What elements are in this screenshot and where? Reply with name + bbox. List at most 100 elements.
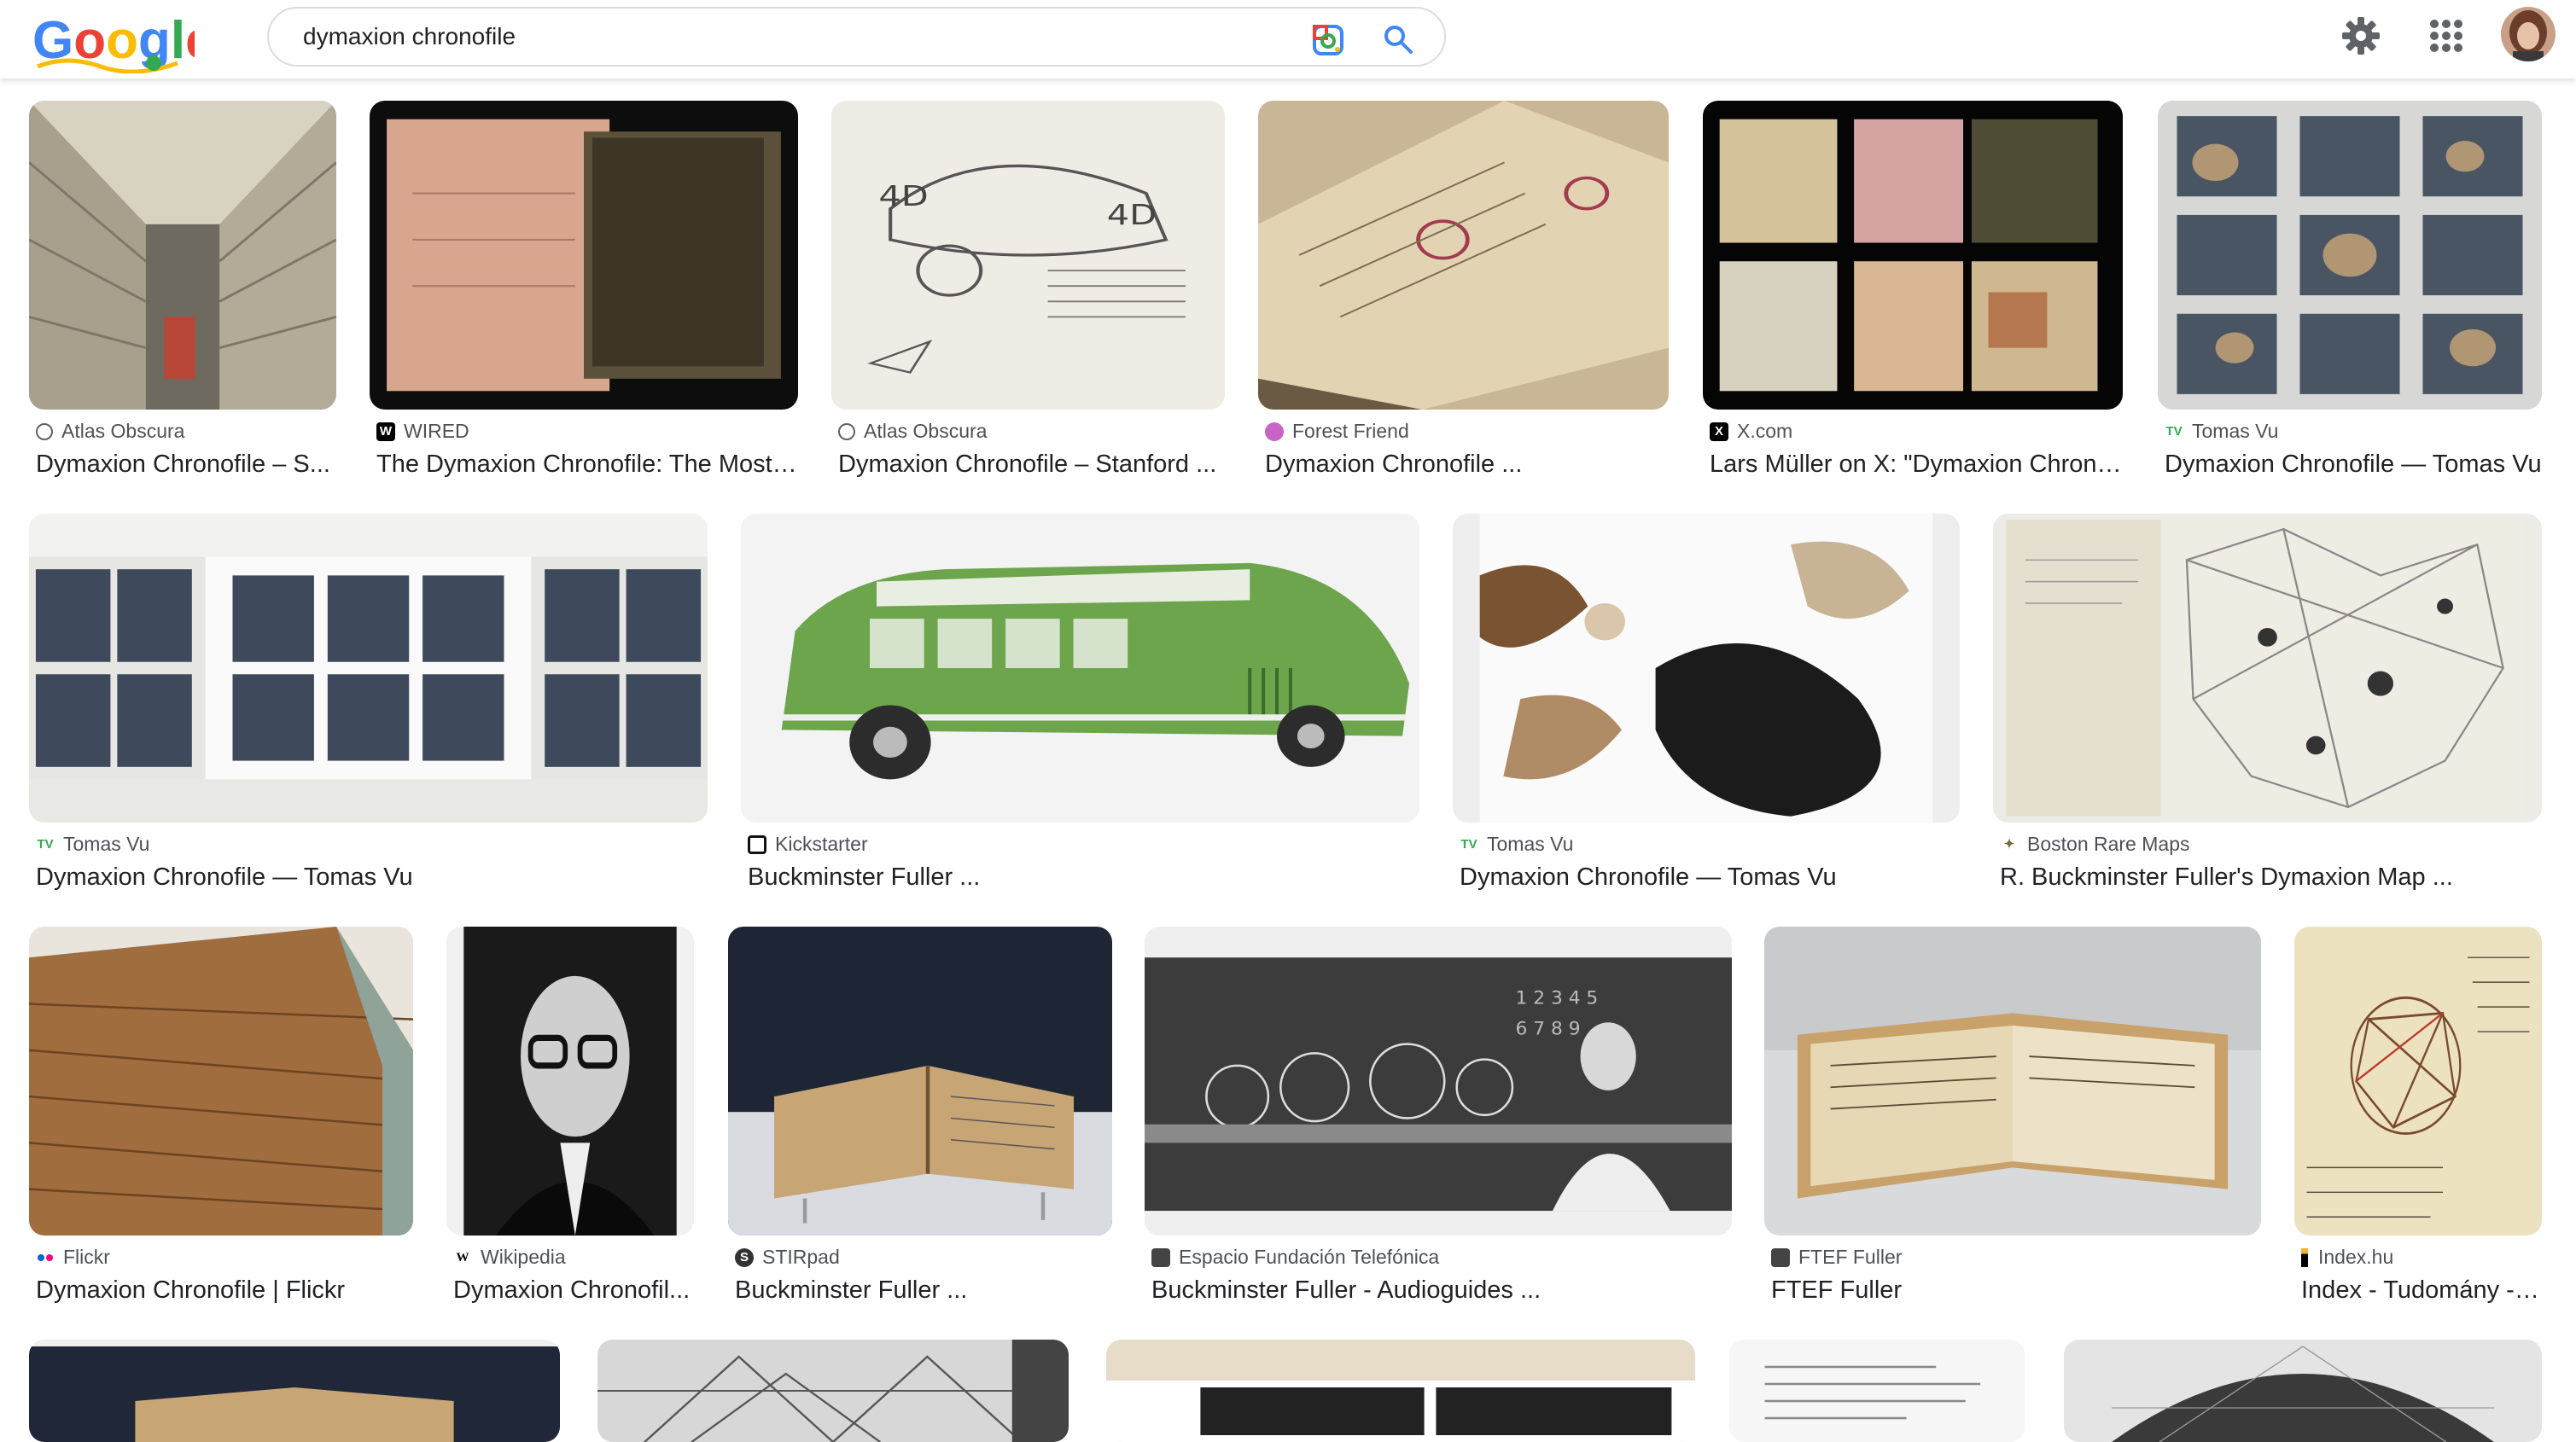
result-thumbnail[interactable]: 1 2 3 4 5 6 7 8 9 [1145,927,1732,1236]
result-thumbnail[interactable] [1993,514,2542,823]
image-result[interactable]: FTEF Fuller FTEF Fuller [1764,927,2261,1311]
result-title[interactable]: Lars Müller on X: "Dymaxion Chrono... [1710,451,2123,479]
result-title[interactable]: Dymaxion Chronofil... [453,1276,694,1305]
result-title[interactable]: The Dymaxion Chronofile: The Most ... [376,451,798,479]
result-thumbnail[interactable] [29,101,336,410]
search-bar [267,7,1446,67]
result-source[interactable]: TV Tomas Vu [1460,833,1573,856]
result-title[interactable]: Dymaxion Chronofile ... [1265,451,1669,479]
image-result[interactable]: S STIRpad Buckminster Fuller ... [728,927,1112,1311]
result-source[interactable]: TV Tomas Vu [36,833,149,856]
source-name: Tomas Vu [2192,420,2279,442]
result-thumbnail[interactable] [2064,1340,2542,1442]
result-source[interactable]: Index.hu [2301,1246,2393,1269]
result-thumbnail[interactable] [29,514,708,823]
result-thumbnail[interactable] [29,927,413,1236]
image-result[interactable] [597,1340,1069,1442]
source-name: FTEF Fuller [1798,1246,1903,1268]
source-name: Espacio Fundación Telefónica [1179,1246,1440,1268]
result-source[interactable]: Atlas Obscura [838,420,987,443]
google-doodle-logo[interactable]: Google [32,14,195,73]
source-name: Boston Rare Maps [2027,833,2190,855]
result-source[interactable]: X X.com [1710,420,1792,443]
result-thumbnail[interactable] [29,1340,560,1442]
result-source[interactable]: Kickstarter [748,833,868,856]
result-source[interactable]: S STIRpad [735,1246,840,1269]
source-name: Kickstarter [775,833,868,855]
result-thumbnail[interactable] [2158,101,2542,410]
image-result[interactable]: ✦ Boston Rare Maps R. Buckminster Fuller… [1993,514,2542,898]
flickr-favicon-icon [36,1248,55,1267]
result-title[interactable]: FTEF Fuller [1771,1276,2261,1305]
result-thumbnail[interactable] [1258,101,1669,410]
image-result[interactable]: TV Tomas Vu Dymaxion Chronofile — Tomas … [1453,514,1960,898]
svg-text:1 2 3 4 5: 1 2 3 4 5 [1516,988,1599,1009]
result-source[interactable]: W WIRED [376,420,469,443]
image-result[interactable] [1729,1340,2025,1442]
result-source[interactable]: TV Tomas Vu [2165,420,2278,443]
result-thumbnail[interactable] [2294,927,2542,1236]
image-result[interactable]: Atlas Obscura Dymaxion Chronofile – S... [29,101,336,485]
source-name: Tomas Vu [1487,833,1574,855]
image-result[interactable]: X X.com Lars Müller on X: "Dymaxion Chro… [1703,101,2123,485]
result-source[interactable]: Flickr [36,1246,110,1269]
result-title[interactable]: Buckminster Fuller ... [735,1276,1112,1305]
result-title[interactable]: Index - Tudomány - ... [2301,1276,2542,1305]
image-result[interactable]: Flickr Dymaxion Chronofile | Flickr [29,927,413,1311]
result-thumbnail[interactable] [1453,514,1960,823]
result-title[interactable]: Dymaxion Chronofile – Stanford ... [838,451,1225,479]
result-source[interactable]: W Wikipedia [453,1246,566,1269]
result-title[interactable]: Buckminster Fuller ... [748,863,1419,892]
settings-gear-icon[interactable] [2340,15,2381,56]
result-thumbnail[interactable] [446,927,694,1236]
tomas-vu-favicon-icon: TV [2165,423,2183,439]
result-source[interactable]: Forest Friend [1265,420,1409,443]
image-result[interactable] [1106,1340,1695,1442]
result-title[interactable]: Buckminster Fuller - Audioguides ... [1151,1276,1732,1305]
image-result[interactable] [29,1340,560,1442]
result-thumbnail[interactable] [1703,101,2123,410]
result-thumbnail[interactable]: 4D 4D [831,101,1225,410]
result-thumbnail[interactable] [1106,1340,1695,1442]
result-title[interactable]: Dymaxion Chronofile — Tomas Vu [36,863,708,892]
result-title[interactable]: Dymaxion Chronofile | Flickr [36,1276,413,1305]
image-result[interactable]: 1 2 3 4 5 6 7 8 9 Espacio Fundación Telef… [1145,927,1732,1311]
result-thumbnail[interactable] [370,101,798,410]
account-avatar[interactable] [2501,7,2556,61]
result-source[interactable]: Espacio Fundación Telefónica [1151,1246,1439,1269]
image-result[interactable]: 4D 4D Atlas Obscura Dymaxion Chronofile … [831,101,1225,485]
result-source[interactable]: Atlas Obscura [36,420,184,443]
boston-rare-maps-favicon-icon: ✦ [2003,836,2015,852]
image-result[interactable]: TV Tomas Vu Dymaxion Chronofile — Tomas … [2158,101,2542,485]
result-thumbnail[interactable] [728,927,1112,1236]
image-result[interactable]: Index.hu Index - Tudomány - ... [2294,927,2542,1311]
stirpad-favicon-icon: S [735,1247,754,1267]
result-title[interactable]: Dymaxion Chronofile – S... [36,451,336,479]
result-title[interactable]: Dymaxion Chronofile — Tomas Vu [2165,451,2542,479]
result-title[interactable]: R. Buckminster Fuller's Dymaxion Map ... [2000,863,2542,892]
google-apps-grid-icon[interactable] [2426,15,2467,56]
image-result[interactable]: TV Tomas Vu Dymaxion Chronofile — Tomas … [29,514,708,898]
result-title[interactable]: Dymaxion Chronofile — Tomas Vu [1460,863,1960,892]
image-result[interactable]: W WIRED The Dymaxion Chronofile: The Mos… [370,101,798,485]
google-lens-icon[interactable] [1311,23,1345,57]
source-name: Wikipedia [481,1246,566,1268]
svg-text:6 7 8 9: 6 7 8 9 [1516,1019,1581,1040]
source-name: Tomas Vu [63,833,150,855]
search-input[interactable] [303,19,1285,55]
search-icon[interactable] [1382,23,1414,55]
image-result[interactable] [2064,1340,2542,1442]
source-name: Flickr [63,1246,110,1268]
image-result[interactable]: Forest Friend Dymaxion Chronofile ... [1258,101,1669,485]
image-result[interactable]: Kickstarter Buckminster Fuller ... [741,514,1419,898]
result-source[interactable]: ✦ Boston Rare Maps [2000,833,2190,856]
result-thumbnail[interactable] [1764,927,2261,1236]
result-thumbnail[interactable] [1729,1340,2025,1442]
result-thumbnail[interactable] [741,514,1419,823]
image-result[interactable]: W Wikipedia Dymaxion Chronofil... [446,927,694,1311]
kickstarter-favicon-icon [748,834,766,854]
result-source[interactable]: FTEF Fuller [1771,1246,1902,1269]
espacio-fundacion-telefonica-favicon-icon [1151,1247,1170,1267]
tomas-vu-favicon-icon: TV [37,836,54,852]
result-thumbnail[interactable] [597,1340,1069,1442]
